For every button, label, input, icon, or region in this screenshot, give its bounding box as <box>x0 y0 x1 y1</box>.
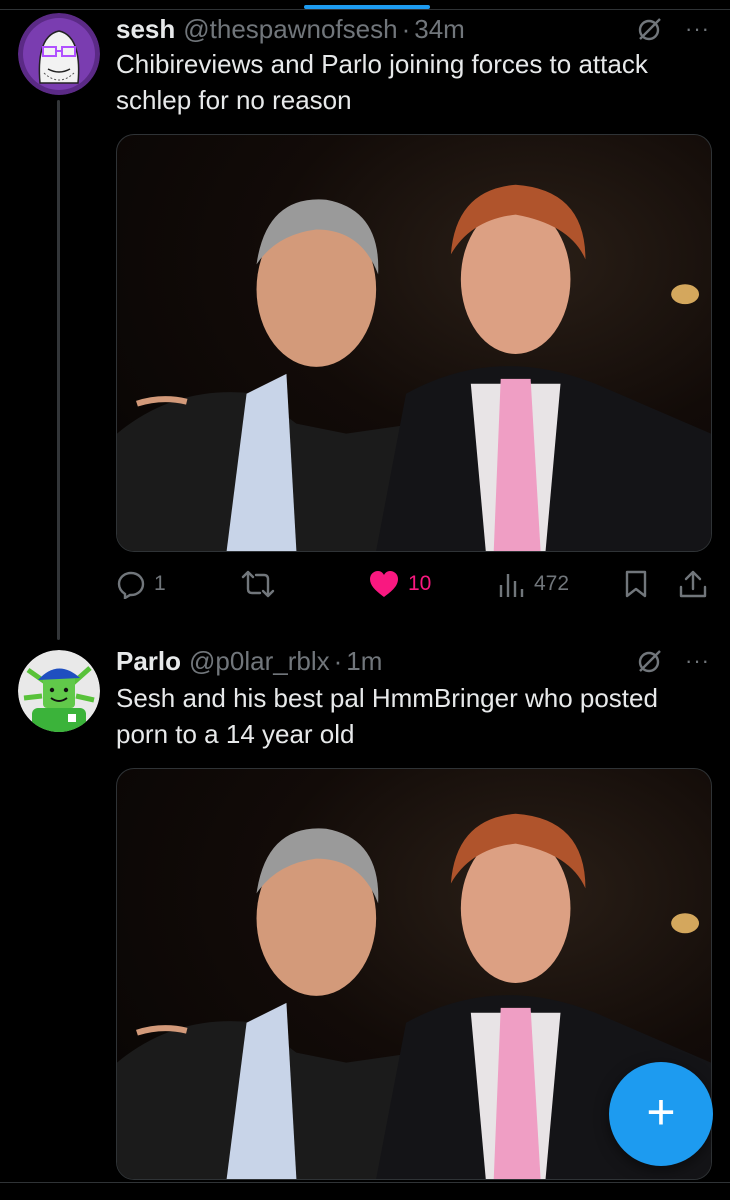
share-button[interactable] <box>678 566 708 602</box>
bookmark-button[interactable] <box>623 566 649 602</box>
heart-icon <box>368 569 400 599</box>
retweet-button[interactable] <box>241 566 275 602</box>
more-icon[interactable]: ··· <box>685 18 710 40</box>
tweet-actions: 1 10 472 <box>116 566 712 602</box>
timestamp[interactable]: 1m <box>346 646 382 677</box>
avatar[interactable] <box>18 650 100 732</box>
bookmark-icon <box>623 569 649 599</box>
reply-count: 1 <box>154 572 166 595</box>
reply-icon <box>116 569 146 599</box>
reply-button[interactable]: 1 <box>116 566 166 602</box>
grok-icon[interactable] <box>637 16 663 42</box>
display-name[interactable]: Parlo <box>116 646 181 677</box>
retweet-icon <box>241 569 275 599</box>
tweet-photo[interactable] <box>116 134 712 552</box>
share-icon <box>678 569 708 599</box>
like-button[interactable]: 10 <box>368 566 431 602</box>
user-handle[interactable]: @thespawnofsesh <box>183 14 397 45</box>
tweet-header: Parlo @p0lar_rblx · 1m ··· <box>116 644 710 678</box>
grok-icon[interactable] <box>637 648 663 674</box>
tweet-text: Sesh and his best pal HmmBringer who pos… <box>116 683 658 749</box>
views-button[interactable]: 472 <box>498 566 569 602</box>
views-count: 472 <box>534 572 570 595</box>
views-icon <box>498 569 526 599</box>
compose-button[interactable]: + <box>609 1062 713 1166</box>
tweet-header: sesh @thespawnofsesh · 34m ··· <box>116 12 710 46</box>
like-count: 10 <box>408 572 432 595</box>
timestamp[interactable]: 34m <box>414 14 465 45</box>
plus-icon: + <box>646 1084 676 1140</box>
tweet[interactable]: sesh @thespawnofsesh · 34m ··· Chibirevi… <box>0 0 730 620</box>
separator-dot: · <box>333 645 343 676</box>
user-handle[interactable]: @p0lar_rblx <box>189 646 330 677</box>
separator-dot: · <box>401 13 411 44</box>
avatar[interactable] <box>18 13 100 95</box>
bottom-bar-divider <box>0 1182 730 1200</box>
display-name[interactable]: sesh <box>116 14 175 45</box>
tweet-text: Chibireviews and Parlo joining forces to… <box>116 49 648 115</box>
more-icon[interactable]: ··· <box>685 650 710 672</box>
